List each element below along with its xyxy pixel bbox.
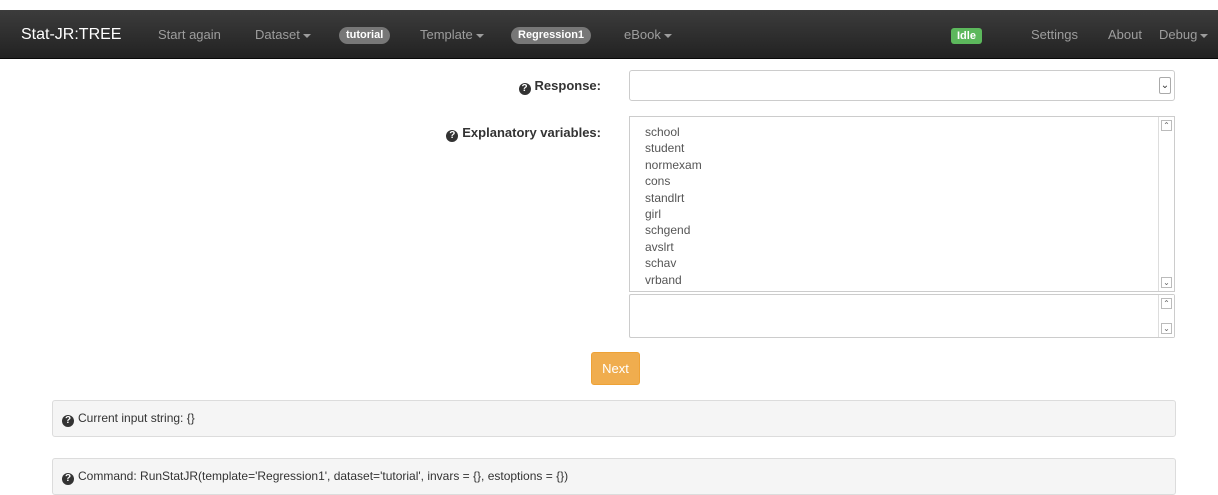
list-item[interactable]: girl [645,206,1174,222]
debug-menu[interactable]: Debug [1159,10,1209,59]
dataset-menu[interactable]: Dataset [255,10,311,59]
scroll-down-icon[interactable]: ⌄ [1161,323,1172,334]
explanatory-label: Explanatory variables: [462,125,601,140]
list-item[interactable]: avslrt [645,239,1174,255]
list-item[interactable]: vrband [645,272,1174,288]
template-menu[interactable]: Template [420,10,484,59]
top-navbar: Stat-JR:TREE Start again Dataset tutoria… [0,10,1218,59]
scroll-down-icon[interactable]: ⌄ [1161,277,1172,288]
response-label: Response: [534,78,601,93]
chevron-down-icon[interactable]: ⌄ [1159,77,1171,94]
selected-variables-textarea[interactable]: ⌃ ⌄ [629,294,1175,338]
debug-menu-label: Debug [1159,27,1198,42]
chevron-down-icon [475,33,484,38]
list-item[interactable]: school [645,124,1174,140]
next-button[interactable]: Next [591,352,640,385]
start-again-link[interactable]: Start again [158,10,221,59]
brand-link[interactable]: Stat-JR:TREE [21,10,121,59]
template-badge: Regression1 [511,27,592,44]
dataset-badge: tutorial [339,27,391,44]
chevron-down-icon [663,33,672,38]
explanatory-label-row: ? Explanatory variables: [446,125,601,142]
settings-link[interactable]: Settings [1031,10,1078,59]
question-circle-icon[interactable]: ? [446,130,459,142]
command-panel[interactable]: ? Command: RunStatJR(template='Regression… [52,458,1176,495]
list-item[interactable]: cons [645,173,1174,189]
list-scrollbar[interactable]: ⌃ ⌄ [1158,117,1174,291]
question-circle-icon[interactable]: ? [518,83,531,95]
input-string-panel[interactable]: ? Current input string: {} [52,400,1176,437]
list-item[interactable]: schgend [645,222,1174,238]
status-badge: Idle [951,28,982,44]
question-circle-icon[interactable]: ? [62,415,74,427]
explanatory-variables-list[interactable]: school student normexam cons standlrt gi… [629,116,1175,292]
scroll-up-icon[interactable]: ⌃ [1161,298,1172,309]
list-item[interactable]: normexam [645,157,1174,173]
list-item[interactable]: student [645,140,1174,156]
dataset-menu-label: Dataset [255,27,300,42]
textarea-scrollbar[interactable]: ⌃ ⌄ [1158,295,1174,337]
input-string-text: Current input string: {} [78,411,195,425]
template-menu-label: Template [420,27,473,42]
list-item[interactable]: schav [645,255,1174,271]
question-circle-icon[interactable]: ? [62,473,74,485]
chevron-down-icon [302,33,311,38]
ebook-menu[interactable]: eBook [624,10,672,59]
scroll-up-icon[interactable]: ⌃ [1161,120,1172,131]
list-item[interactable]: standlrt [645,190,1174,206]
about-link[interactable]: About [1108,10,1142,59]
command-text: Command: RunStatJR(template='Regression1… [78,469,569,483]
response-select[interactable]: ⌄ [629,70,1175,101]
response-label-row: ? Response: [518,78,601,95]
ebook-menu-label: eBook [624,27,661,42]
chevron-down-icon [1200,33,1209,38]
